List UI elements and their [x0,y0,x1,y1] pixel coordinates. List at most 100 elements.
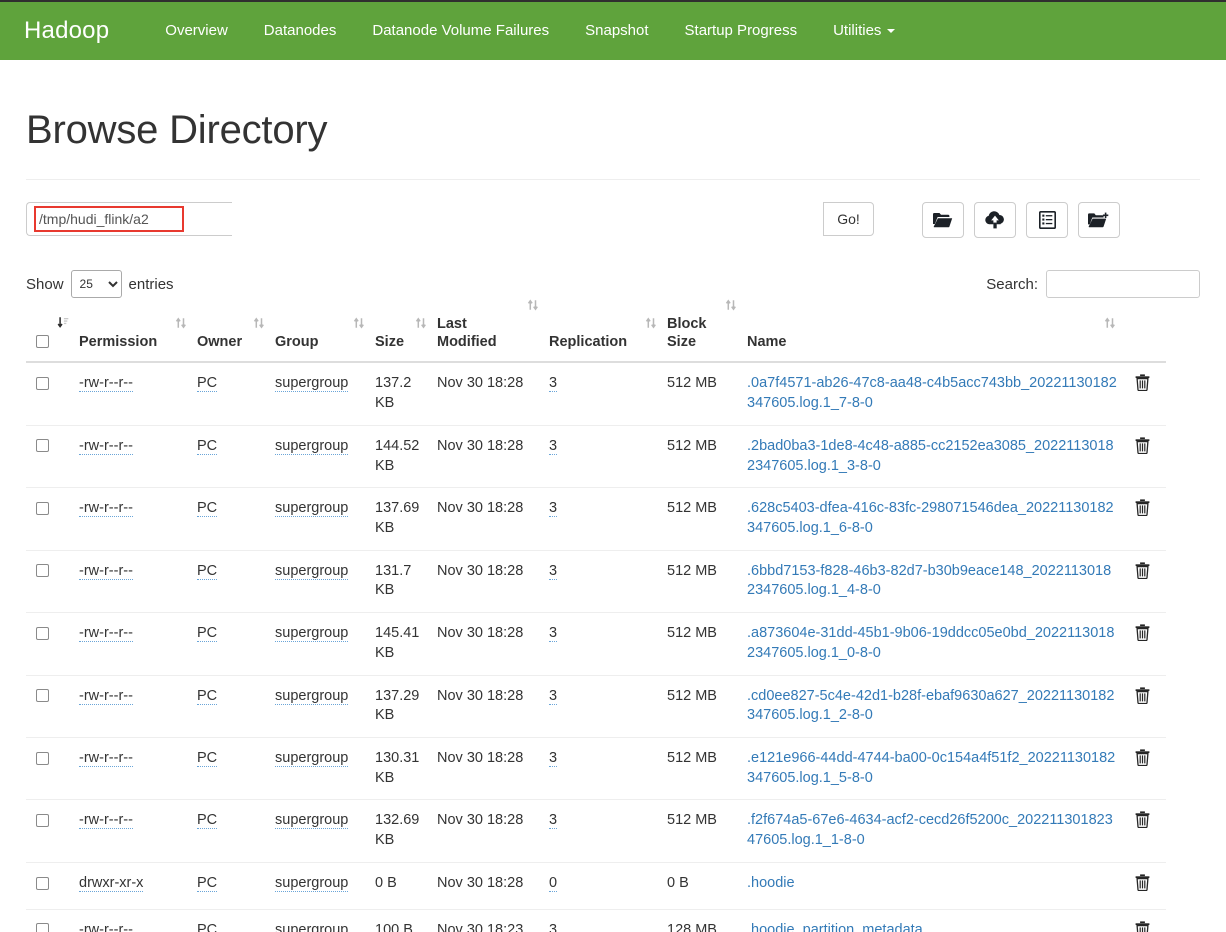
row-select-checkbox[interactable] [36,689,49,703]
group-link[interactable]: supergroup [275,562,349,580]
file-name-link[interactable]: .a873604e-31dd-45b1-9b06-19ddcc05e0bd_20… [747,625,1114,661]
column-header-block-size[interactable]: Block Size [667,299,747,364]
group-link[interactable]: supergroup [275,625,349,643]
owner-link[interactable]: PC [197,812,218,830]
file-name-link[interactable]: .6bbd7153-f828-46b3-82d7-b30b9eace148_20… [747,563,1111,599]
nav-item-datanodes[interactable]: Datanodes [246,1,355,61]
permission-link[interactable]: drwxr-xr-x [79,874,144,892]
delete-icon[interactable] [1135,874,1150,898]
file-name-link[interactable]: .cd0ee827-5c4e-42d1-b28f-ebaf9630a627_20… [747,688,1114,724]
delete-icon[interactable] [1135,686,1150,711]
file-name-link[interactable]: .hoodie [747,875,795,891]
owner-link[interactable]: PC [197,625,218,643]
group-link[interactable]: supergroup [275,500,349,518]
replication-link[interactable]: 3 [549,437,558,455]
snapshot-list-button[interactable] [1026,202,1068,238]
delete-icon[interactable] [1135,562,1150,586]
new-directory-button[interactable] [1078,202,1120,238]
column-header-replication[interactable]: Replication [549,312,667,364]
delete-icon[interactable] [1135,624,1150,648]
group-link[interactable]: supergroup [275,750,349,767]
permission-link[interactable]: -rw-r--r-- [79,437,133,455]
delete-icon[interactable] [1135,749,1150,773]
sort-icon [1104,316,1116,330]
replication-link[interactable]: 0 [549,874,558,892]
delete-icon[interactable] [1135,499,1150,523]
row-select-checkbox[interactable] [36,814,49,828]
column-header-name[interactable]: Name [747,312,1126,364]
nav-item-snapshot[interactable]: Snapshot [567,1,666,61]
page-length-select[interactable]: 25 50 100 [70,270,122,298]
directory-path-input[interactable] [26,202,232,236]
row-select-checkbox[interactable] [36,751,49,765]
row-select-checkbox[interactable] [36,377,49,391]
file-name-link[interactable]: .e121e966-44dd-4744-ba00-0c154a4f51f2_20… [747,750,1115,786]
replication-link[interactable]: 3 [549,750,558,767]
delete-icon[interactable] [1135,920,1150,932]
permission-link[interactable]: -rw-r--r-- [79,562,133,580]
owner-link[interactable]: PC [197,437,218,455]
replication-link[interactable]: 3 [549,500,558,518]
column-header-permission[interactable]: Permission [79,312,197,364]
row-select-checkbox[interactable] [36,439,49,453]
permission-link[interactable]: -rw-r--r-- [79,921,133,932]
owner-link[interactable]: PC [197,874,218,892]
column-header-owner[interactable]: Owner [197,312,275,364]
group-link[interactable]: supergroup [275,921,349,932]
cell-last-modified: Nov 30 18:28 [437,675,549,739]
owner-link[interactable]: PC [197,562,218,580]
search-input[interactable] [1046,270,1200,298]
go-button[interactable]: Go! [823,202,874,236]
owner-link[interactable]: PC [197,500,218,518]
upload-button[interactable] [974,202,1016,238]
delete-icon[interactable] [1135,374,1150,398]
cell-replication: 3 [549,799,667,863]
select-all-checkbox[interactable] [36,335,49,349]
row-select-checkbox[interactable] [36,923,49,932]
row-select-checkbox[interactable] [36,501,49,515]
group-link[interactable]: supergroup [275,687,349,705]
replication-link[interactable]: 3 [549,375,558,393]
nav-item-datanode-volume-failures[interactable]: Datanode Volume Failures [354,1,567,61]
group-link[interactable]: supergroup [275,874,349,892]
browse-folder-button[interactable] [922,202,964,238]
owner-link[interactable]: PC [197,921,218,932]
permission-link[interactable]: -rw-r--r-- [79,625,133,643]
replication-link[interactable]: 3 [549,625,558,643]
delete-icon[interactable] [1135,437,1150,461]
permission-link[interactable]: -rw-r--r-- [79,812,133,830]
group-link[interactable]: supergroup [275,437,349,455]
permission-link[interactable]: -rw-r--r-- [79,750,133,767]
file-name-link[interactable]: .628c5403-dfea-416c-83fc-298071546dea_20… [747,500,1114,536]
nav-item-utilities[interactable]: Utilities [815,1,913,61]
replication-link[interactable]: 3 [549,812,558,830]
file-name-link[interactable]: .hoodie_partition_metadata [747,922,923,932]
file-name-link[interactable]: .0a7f4571-ab26-47c8-aa48-c4b5acc743bb_20… [747,375,1117,411]
file-name-link[interactable]: .2bad0ba3-1de8-4c48-a885-cc2152ea3085_20… [747,438,1114,474]
owner-link[interactable]: PC [197,687,218,705]
replication-link[interactable]: 3 [549,562,558,580]
row-select-checkbox[interactable] [36,564,49,578]
brand-hadoop[interactable]: Hadoop [24,17,109,45]
file-name-link[interactable]: .f2f674a5-67e6-4634-acf2-cecd26f5200c_20… [747,812,1113,848]
row-select-checkbox[interactable] [36,626,49,640]
owner-link[interactable]: PC [197,375,218,393]
delete-icon[interactable] [1135,811,1150,835]
column-header-size[interactable]: Size [375,312,437,364]
column-header-last-modified[interactable]: Last Modified [437,299,549,364]
nav-item-startup-progress[interactable]: Startup Progress [667,1,816,61]
row-select-checkbox[interactable] [36,876,49,890]
owner-link[interactable]: PC [197,750,218,767]
replication-link[interactable]: 3 [549,921,558,932]
cell-last-modified: Nov 30 18:28 [437,799,549,863]
cell-block-size: 0 B [667,862,747,910]
column-header-group[interactable]: Group [275,312,375,364]
nav-item-overview[interactable]: Overview [147,1,246,61]
column-header-select-all[interactable] [26,312,79,364]
replication-link[interactable]: 3 [549,687,558,705]
group-link[interactable]: supergroup [275,375,349,393]
permission-link[interactable]: -rw-r--r-- [79,500,133,518]
group-link[interactable]: supergroup [275,812,349,830]
permission-link[interactable]: -rw-r--r-- [79,375,133,393]
permission-link[interactable]: -rw-r--r-- [79,687,133,705]
